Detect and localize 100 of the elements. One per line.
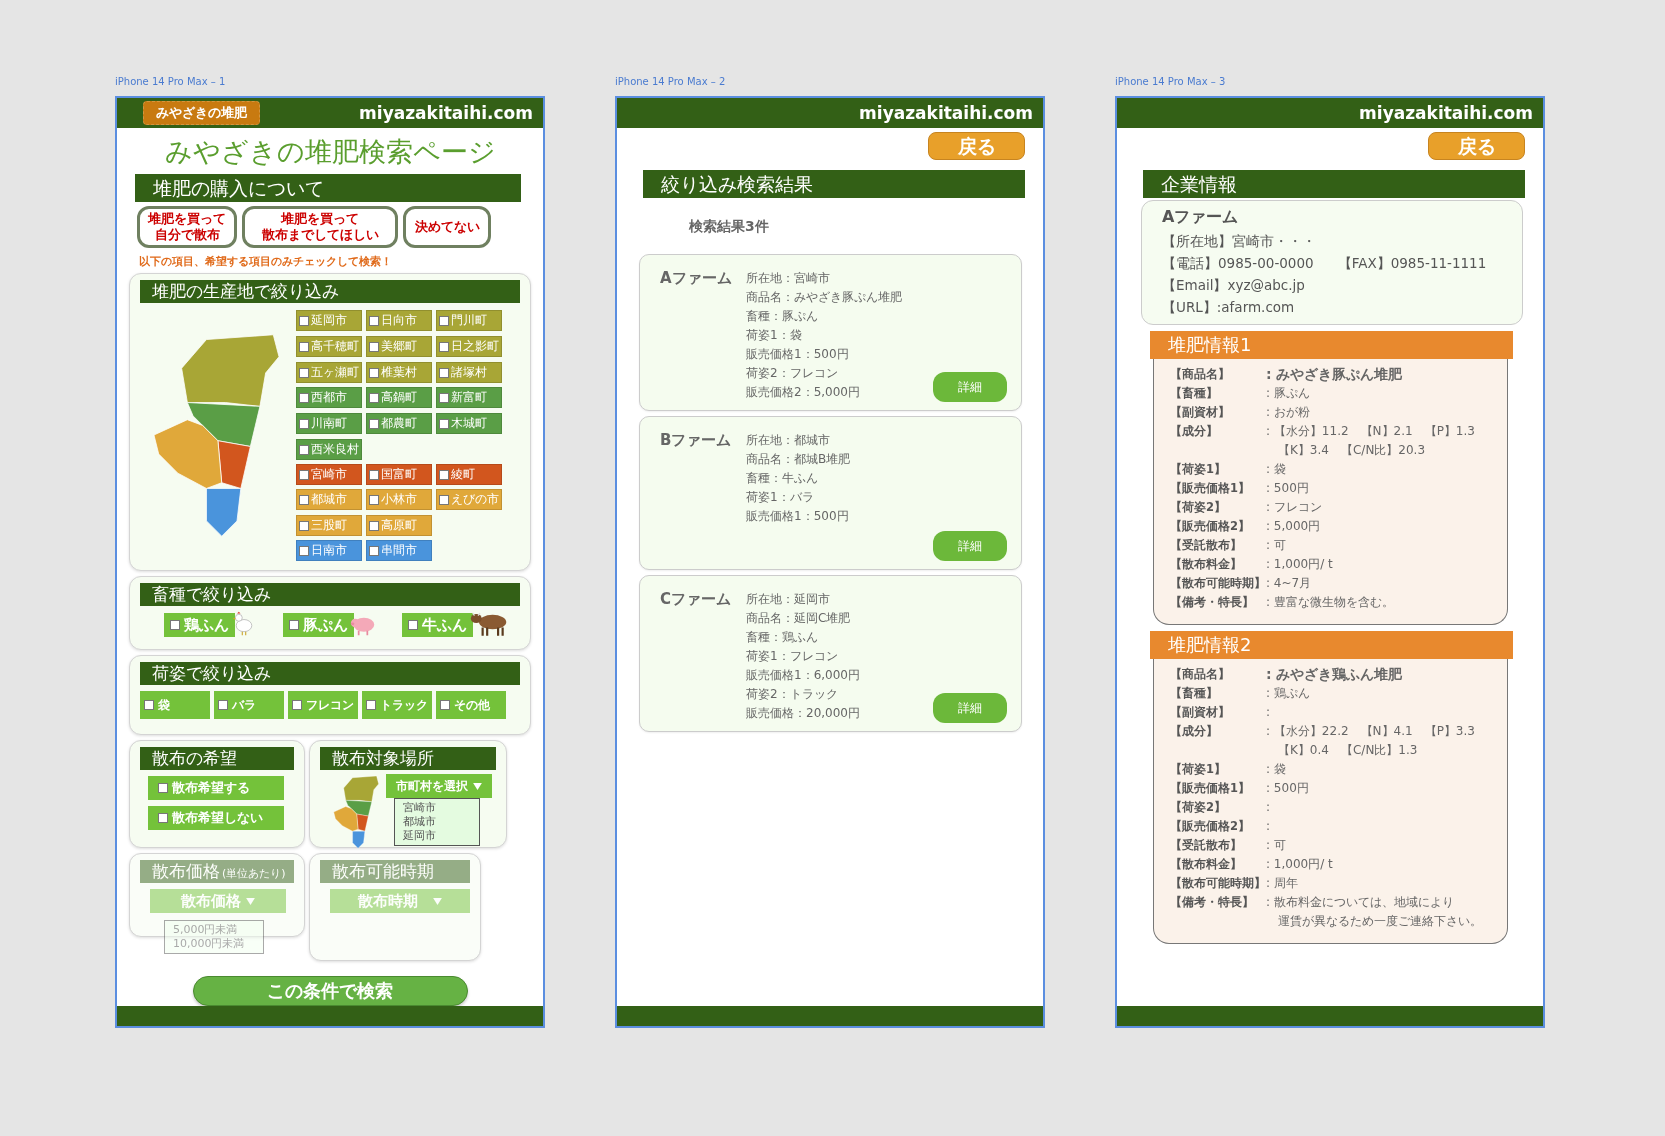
town-checkbox[interactable]: 延岡市	[296, 310, 362, 331]
livestock-checkbox[interactable]: 豚ぷん	[283, 613, 354, 637]
field-label: 【商品名】	[1170, 666, 1231, 683]
details-button[interactable]: 詳細	[933, 693, 1007, 723]
livestock-checkbox[interactable]: 鶏ふん	[164, 613, 235, 637]
result-detail-text: 販売価格1：6,000円	[746, 667, 861, 684]
field-label: 【散布可能時期】	[1170, 875, 1266, 892]
town-checkbox[interactable]: 椎葉村	[366, 362, 432, 383]
town-checkbox[interactable]: 都農町	[366, 413, 432, 434]
municipality-dropdown[interactable]: 市町村を選択	[386, 774, 492, 798]
field-value: : おが粉	[1266, 404, 1310, 421]
result-detail-text: 畜種：牛ふん	[746, 470, 819, 487]
town-checkbox[interactable]: 宮崎市	[296, 464, 362, 485]
field-label: 【荷姿1】	[1170, 761, 1227, 778]
town-checkbox[interactable]: 国富町	[366, 464, 432, 485]
result-detail-text: 荷姿2：フレコン	[746, 365, 839, 382]
field-value: : 可	[1266, 537, 1286, 554]
details-button[interactable]: 詳細	[933, 372, 1007, 402]
caret-icon	[473, 782, 482, 790]
field-label: 【備考・特長】	[1170, 594, 1255, 611]
field-value: :	[1266, 818, 1271, 835]
field-value: : 500円	[1266, 780, 1309, 797]
field-label: 【荷姿1】	[1170, 461, 1227, 478]
town-checkbox[interactable]: 五ヶ瀬町	[296, 362, 362, 383]
town-checkbox[interactable]: 三股町	[296, 515, 362, 536]
town-checkbox[interactable]: 門川町	[436, 310, 502, 331]
dropdown-option[interactable]: 都城市	[403, 815, 471, 829]
packaging-checkbox[interactable]: トラック	[362, 691, 432, 719]
packaging-checkbox[interactable]: バラ	[214, 691, 284, 719]
packaging-checkbox[interactable]: フレコン	[288, 691, 358, 719]
town-checkbox[interactable]: えびの市	[436, 489, 502, 510]
town-checkbox[interactable]: 高原町	[366, 515, 432, 536]
result-count: 検索結果3件	[689, 218, 770, 236]
product-heading: 堆肥情報2	[1150, 631, 1513, 659]
field-value: 【K】0.4 【C/N比】1.3	[1277, 742, 1419, 759]
site-name: miyazakitaihi.com	[359, 103, 533, 123]
town-checkbox[interactable]: 新富町	[436, 387, 502, 408]
town-checkbox[interactable]: 西都市	[296, 387, 362, 408]
field-value: : 豚ぷん	[1266, 385, 1310, 402]
field-value: :	[1266, 799, 1271, 816]
section-heading: 荷姿で絞り込み	[140, 662, 520, 685]
field-value: : 袋	[1266, 761, 1286, 778]
town-checkbox[interactable]: 串間市	[366, 540, 432, 561]
spread-wish-checkbox[interactable]: 散布希望しない	[148, 806, 284, 830]
field-label: 【畜種】	[1170, 385, 1219, 402]
town-checkbox[interactable]: 諸塚村	[436, 362, 502, 383]
town-checkbox[interactable]: 日向市	[366, 310, 432, 331]
result-detail-text: 販売価格1：500円	[746, 508, 850, 525]
company-info-text: 【FAX】0985-11-1111	[1337, 254, 1487, 273]
field-label: 【荷姿2】	[1170, 799, 1227, 816]
dropdown-option[interactable]: 宮崎市	[403, 801, 471, 815]
field-label: 【散布料金】	[1170, 556, 1243, 573]
company-info-text: 【URL】:afarm.com	[1162, 298, 1295, 317]
company-name: Aファーム	[1162, 207, 1240, 228]
field-value: 【K】3.4 【C/N比】20.3	[1277, 442, 1427, 459]
logo[interactable]: みやざきの堆肥	[143, 101, 260, 125]
caret-icon	[433, 897, 442, 905]
field-label: 【販売価格1】	[1170, 780, 1251, 797]
town-checkbox[interactable]: 都城市	[296, 489, 362, 510]
packaging-checkbox[interactable]: 袋	[140, 691, 210, 719]
purchase-option-button[interactable]: 堆肥を買って 散布までしてほしい	[242, 206, 398, 248]
town-checkbox[interactable]: 西米良村	[296, 439, 362, 460]
details-button[interactable]: 詳細	[933, 531, 1007, 561]
result-detail-text: 商品名：延岡C堆肥	[746, 610, 852, 627]
artboard-label: iPhone 14 Pro Max – 3	[1115, 76, 1226, 89]
town-checkbox[interactable]: 小林市	[366, 489, 432, 510]
town-checkbox[interactable]: 高千穂町	[296, 336, 362, 357]
livestock-checkbox[interactable]: 牛ふん	[402, 613, 473, 637]
field-label: 【商品名】	[1170, 366, 1231, 383]
field-value: : 袋	[1266, 461, 1286, 478]
company-info-text: 【Email】xyz@abc.jp	[1162, 276, 1305, 295]
back-button[interactable]: 戻る	[928, 132, 1025, 160]
town-checkbox[interactable]: 日南市	[296, 540, 362, 561]
town-checkbox[interactable]: 高鍋町	[366, 387, 432, 408]
spread-wish-checkbox[interactable]: 散布希望する	[148, 776, 284, 800]
field-value: 運賃が異なるため一度ご連絡下さい。	[1277, 913, 1482, 930]
field-label: 【受託散布】	[1170, 837, 1243, 854]
town-checkbox[interactable]: 木城町	[436, 413, 502, 434]
town-checkbox[interactable]: 川南町	[296, 413, 362, 434]
farm-name: Cファーム	[660, 590, 732, 610]
purchase-option-button[interactable]: 堆肥を買って 自分で散布	[137, 206, 237, 248]
result-detail-text: 荷姿1：袋	[746, 327, 803, 344]
town-checkbox[interactable]: 綾町	[436, 464, 502, 485]
result-detail-text: 荷姿2：トラック	[746, 686, 839, 703]
artboard-label: iPhone 14 Pro Max – 1	[115, 76, 226, 89]
packaging-checkbox[interactable]: その他	[436, 691, 506, 719]
back-button[interactable]: 戻る	[1428, 132, 1525, 160]
field-value: : 周年	[1266, 875, 1298, 892]
search-button[interactable]: この条件で検索	[192, 976, 468, 1006]
purchase-option-button[interactable]: 決めてない	[403, 206, 491, 248]
result-detail-text: 販売価格1：500円	[746, 346, 850, 363]
town-checkbox[interactable]: 日之影町	[436, 336, 502, 357]
field-value: : 【水分】11.2 【N】2.1 【P】1.3	[1266, 423, 1475, 440]
field-label: 【販売価格1】	[1170, 480, 1251, 497]
field-label: 【副資材】	[1170, 704, 1231, 721]
field-value: : 1,000円/ t	[1266, 556, 1333, 573]
field-value: : 鶏ぷん	[1266, 685, 1310, 702]
farm-name: Aファーム	[660, 269, 733, 289]
town-checkbox[interactable]: 美郷町	[366, 336, 432, 357]
dropdown-option[interactable]: 延岡市	[403, 829, 471, 843]
